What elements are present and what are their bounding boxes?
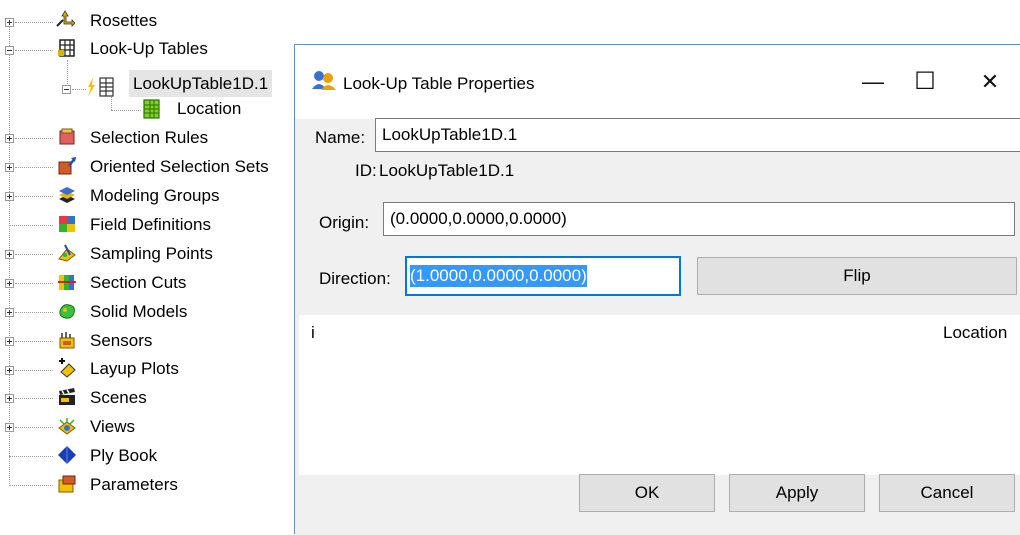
- tree-item-label: Selection Rules: [90, 128, 209, 147]
- selection-rules-icon: [59, 128, 75, 145]
- expand-icon[interactable]: [5, 134, 14, 143]
- expand-icon[interactable]: [5, 308, 14, 317]
- field-definitions-icon: [59, 216, 75, 232]
- origin-label: Origin:: [319, 213, 370, 232]
- lookup-tables-icon: [58, 39, 75, 57]
- tree-item-label: Oriented Selection Sets: [90, 157, 269, 176]
- tree-item-label: Layup Plots: [90, 359, 179, 378]
- lookup-table-icon: [99, 77, 114, 97]
- minimize-button[interactable]: —: [853, 65, 893, 99]
- views-icon: [58, 418, 76, 435]
- name-label: Name:: [315, 128, 366, 147]
- layup-plots-icon: [59, 358, 76, 378]
- close-button[interactable]: ✕: [970, 65, 1010, 99]
- tree-item-label: Parameters: [90, 475, 178, 494]
- direction-field[interactable]: (1.0000,0.0000,0.0000): [405, 256, 681, 296]
- cancel-button[interactable]: Cancel: [879, 474, 1015, 512]
- id-label: ID:: [355, 161, 377, 180]
- expand-icon[interactable]: [5, 18, 14, 27]
- dialog-title: Look-Up Table Properties: [343, 74, 535, 93]
- tree-item-label: Location: [177, 99, 242, 118]
- tree-item-label: Section Cuts: [90, 273, 187, 292]
- apply-button[interactable]: Apply: [729, 474, 865, 512]
- scenes-icon: [59, 388, 75, 405]
- expand-icon[interactable]: [5, 250, 14, 259]
- direction-label: Direction:: [319, 269, 391, 288]
- name-field[interactable]: LookUpTable1D.1: [375, 118, 1020, 152]
- lightning-icon: [88, 78, 95, 96]
- name-value: LookUpTable1D.1: [382, 125, 518, 144]
- direction-value: (1.0000,0.0000,0.0000): [410, 265, 587, 287]
- oriented-selection-sets-icon: [58, 157, 76, 175]
- column-header-i[interactable]: i: [311, 323, 315, 343]
- modeling-groups-icon: [59, 187, 75, 203]
- tree-item-label: Sampling Points: [90, 244, 213, 263]
- ok-button-label: OK: [634, 483, 660, 502]
- rosettes-icon: [56, 10, 75, 27]
- location-table[interactable]: i Location: [299, 315, 1020, 475]
- maximize-button[interactable]: ☐: [905, 65, 945, 99]
- expand-icon[interactable]: [5, 366, 14, 375]
- tree-item-label: Scenes: [90, 388, 147, 407]
- collapse-icon[interactable]: [62, 85, 71, 94]
- expand-icon[interactable]: [5, 163, 14, 172]
- collapse-icon[interactable]: [5, 46, 14, 55]
- tree-item-label: Solid Models: [90, 302, 188, 321]
- tree-item-label: Ply Book: [90, 446, 158, 465]
- tree-item-label: Views: [90, 417, 136, 436]
- apply-button-label: Apply: [775, 483, 819, 502]
- tree-item-label: Field Definitions: [90, 215, 211, 234]
- dialog-titlebar[interactable]: Look-Up Table Properties — ☐ ✕: [295, 45, 1020, 119]
- ok-button[interactable]: OK: [579, 474, 715, 512]
- look-up-table-properties-dialog: Look-Up Table Properties — ☐ ✕ Name: Loo…: [294, 44, 1020, 535]
- parameters-icon: [58, 475, 76, 493]
- flip-button-label: Flip: [843, 266, 871, 285]
- id-value: LookUpTable1D.1: [379, 161, 515, 180]
- expand-icon[interactable]: [5, 337, 14, 346]
- sensors-icon: [59, 332, 75, 349]
- users-icon: [312, 71, 336, 90]
- location-table-icon: [143, 99, 160, 119]
- origin-field[interactable]: (0.0000,0.0000,0.0000): [383, 202, 1015, 236]
- tree-item-label: LookUpTable1D.1: [129, 70, 273, 97]
- expand-icon[interactable]: [5, 192, 14, 201]
- expand-icon[interactable]: [5, 279, 14, 288]
- section-cuts-icon: [58, 275, 76, 290]
- tree-guide-line: [67, 60, 68, 84]
- sampling-points-icon: [58, 244, 76, 262]
- tree-item-label: Sensors: [90, 331, 153, 350]
- tree-item-label: Modeling Groups: [90, 186, 220, 205]
- column-header-location[interactable]: Location: [943, 323, 1007, 343]
- tree-item-label: Look-Up Tables: [90, 39, 208, 58]
- tree-item-label: Rosettes: [90, 11, 158, 30]
- expand-icon[interactable]: [5, 423, 14, 432]
- cancel-button-label: Cancel: [920, 483, 974, 502]
- ply-book-icon: [58, 446, 76, 464]
- model-tree: Rosettes Look-Up Tables LookUpTable1D.1: [0, 0, 300, 525]
- expand-icon[interactable]: [5, 394, 14, 403]
- flip-button[interactable]: Flip: [697, 257, 1017, 295]
- solid-models-icon: [59, 304, 75, 319]
- origin-value: (0.0000,0.0000,0.0000): [390, 209, 567, 228]
